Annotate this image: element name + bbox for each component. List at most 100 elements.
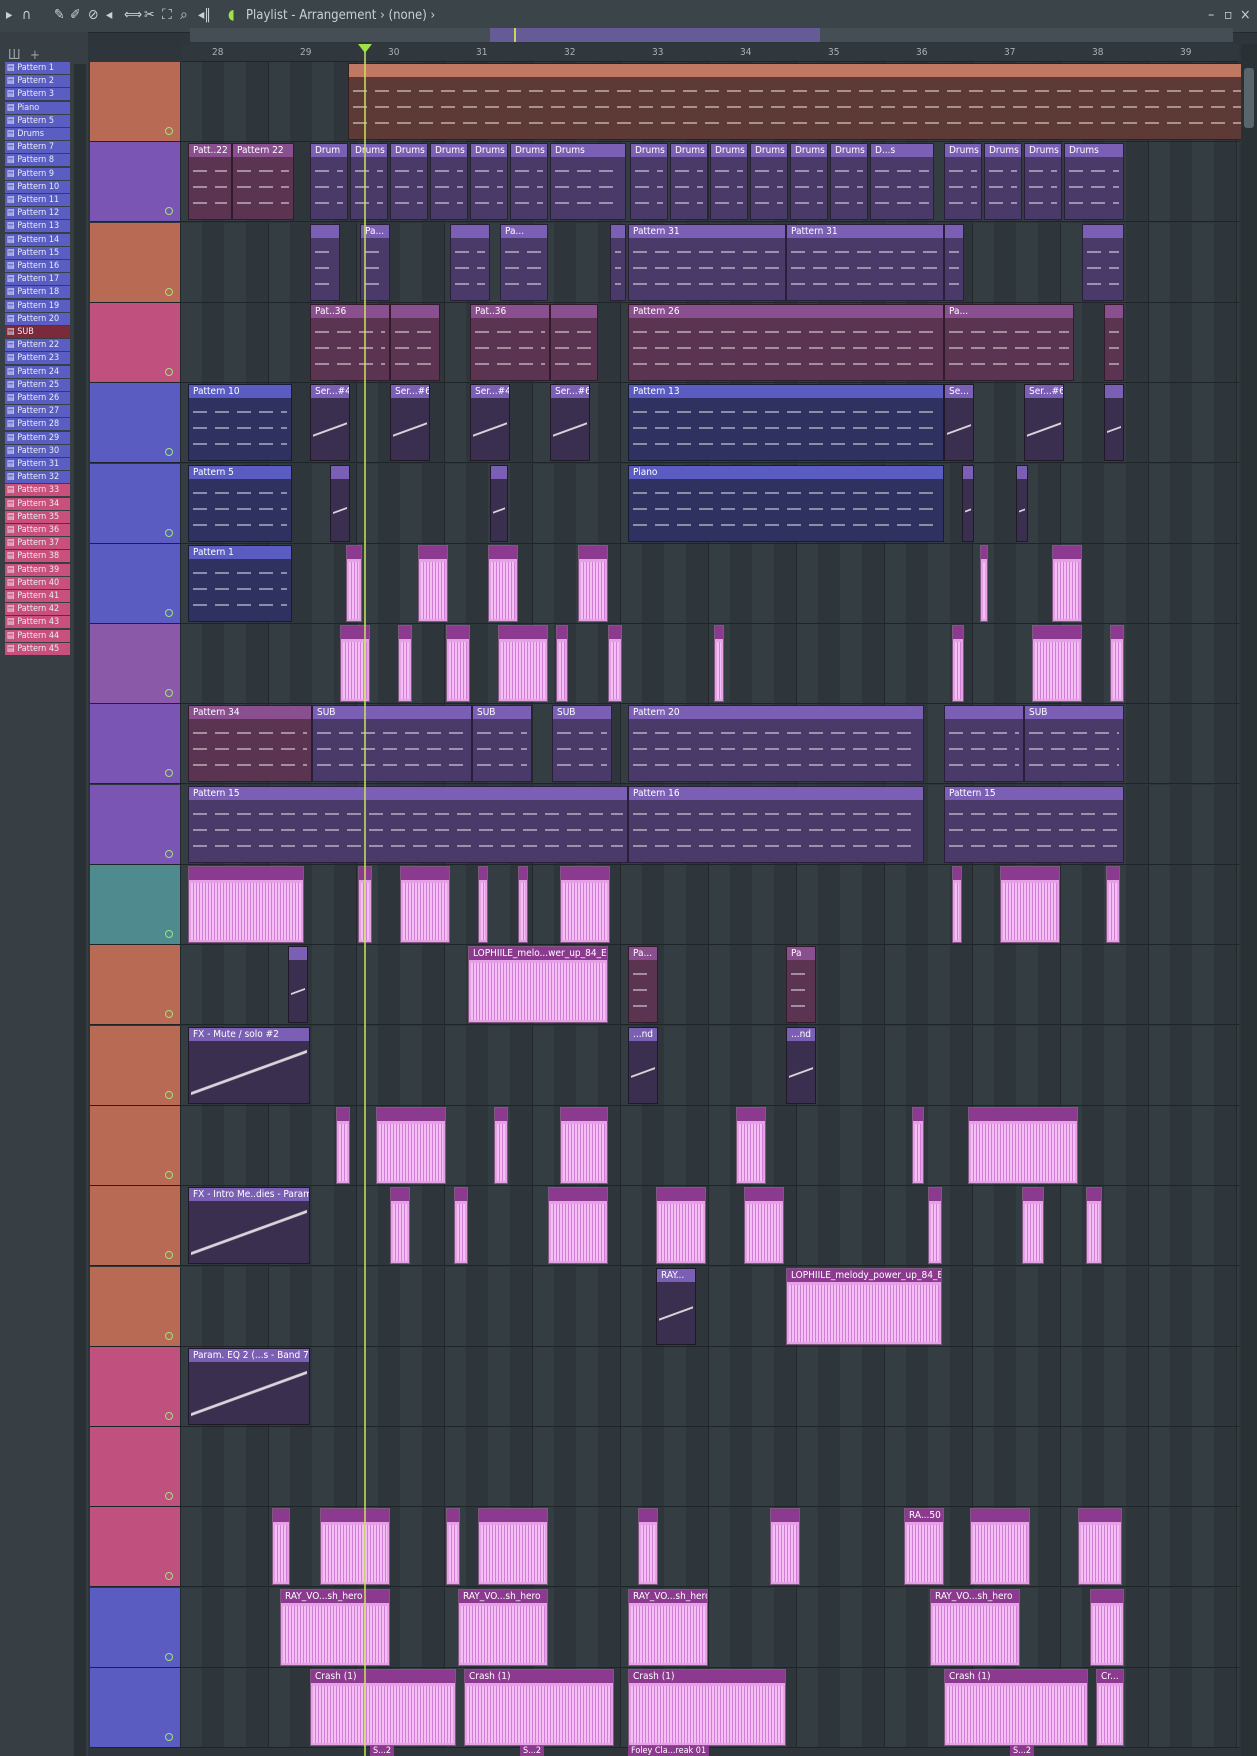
automation-clip[interactable]: ...nd [786, 1026, 816, 1104]
pattern-list-item[interactable]: ▤ Pattern 14 [5, 233, 70, 246]
automation-clip[interactable] [490, 464, 508, 542]
automation-clip[interactable]: Ser...#4 [310, 384, 350, 462]
track-lane[interactable]: Pattern 10 Ser...#4 Ser...#6 Ser...#4 Ser...… [180, 383, 1239, 463]
pattern-clip[interactable]: Drums [390, 143, 428, 221]
audio-clip[interactable]: RAY_VO...sh_hero [628, 1588, 708, 1666]
pattern-list-item[interactable]: ▤ Pattern 1 [5, 62, 70, 74]
track-mute-led-icon[interactable] [165, 1251, 173, 1260]
track-mute-led-icon[interactable] [165, 1170, 173, 1179]
audio-clip[interactable] [1022, 1187, 1044, 1265]
track-header[interactable] [90, 1587, 178, 1667]
audio-clip[interactable] [1090, 1588, 1124, 1666]
track-lane[interactable]: Pa... Pa... Pattern 31 Pattern 31 [180, 222, 1239, 302]
track-header[interactable] [90, 463, 178, 543]
audio-clip[interactable] [400, 866, 450, 943]
track-header[interactable] [90, 543, 178, 623]
pattern-clip[interactable]: Pa... [944, 303, 1074, 381]
track-lane[interactable]: Pattern 5 Piano [180, 463, 1239, 543]
pattern-list-item[interactable]: ▤ Pattern 34 [5, 497, 70, 510]
automation-clip[interactable] [962, 464, 974, 542]
song-overview[interactable] [190, 28, 1233, 42]
audio-clip[interactable]: LOPHIILE_melody_power_up_84_Ebm [786, 1267, 942, 1345]
pattern-list-item[interactable]: ▤ Pattern 41 [5, 590, 70, 602]
track-mute-led-icon[interactable] [165, 849, 173, 858]
pattern-clip[interactable]: Drums [350, 143, 388, 221]
track-header[interactable] [90, 302, 178, 382]
track-lane[interactable]: FX - Intro Me..dies - Param X [180, 1186, 1239, 1266]
track-header[interactable] [90, 624, 178, 704]
track-lane[interactable] [180, 62, 1257, 141]
automation-clip[interactable]: Ser...#4 [470, 384, 510, 462]
track-mute-led-icon[interactable] [165, 1411, 173, 1420]
pattern-list-item[interactable]: ▤ Pattern 42 [5, 603, 70, 616]
track-mute-led-icon[interactable] [165, 1492, 173, 1501]
audio-clip[interactable] [656, 1187, 706, 1265]
track-header[interactable] [90, 1427, 178, 1507]
track-header[interactable] [90, 865, 178, 944]
audio-clip[interactable] [548, 1187, 608, 1265]
pattern-clip[interactable]: Drums [830, 143, 868, 221]
track-header[interactable] [90, 1105, 178, 1185]
track-header[interactable] [90, 222, 178, 302]
track-lane[interactable]: Patt..22 Pattern 22 Drum Drums Drums Drums Dru… [180, 142, 1239, 222]
audio-clip[interactable]: Crash (1) [944, 1669, 1088, 1746]
automation-clip[interactable] [330, 464, 350, 542]
pattern-clip[interactable] [944, 705, 1024, 783]
pattern-clip[interactable]: Pattern 10 [188, 384, 292, 462]
pattern-clip[interactable]: Patt..22 [188, 143, 232, 221]
pattern-list-item[interactable]: ▤ Pattern 30 [5, 444, 70, 457]
pattern-clip[interactable]: Drums [510, 143, 548, 221]
audio-clip[interactable]: Cr... [1096, 1669, 1124, 1746]
pencil-tool-icon[interactable]: ✎ [54, 7, 65, 23]
pattern-clip[interactable]: Piano [628, 464, 944, 542]
paint-tool-icon[interactable]: ✐ [70, 7, 81, 23]
track-mute-led-icon[interactable] [165, 207, 173, 216]
timeline-ruler[interactable]: 28 29 30 31 32 33 34 35 36 37 38 39 [182, 44, 1239, 62]
pattern-clip[interactable] [550, 303, 598, 381]
clip-label[interactable]: S...2 [370, 1746, 395, 1756]
track-mute-led-icon[interactable] [165, 287, 173, 296]
pattern-list-item[interactable]: ▤ Pattern 2 [5, 75, 70, 88]
pattern-list-item[interactable]: ▤ Pattern 45 [5, 642, 70, 655]
pattern-list-item[interactable]: ▤ Pattern 25 [5, 378, 70, 391]
track-header[interactable] [90, 1668, 178, 1747]
audio-clip[interactable] [736, 1106, 766, 1184]
track-header[interactable] [90, 784, 178, 864]
track-lane[interactable]: Pattern 15 Pattern 16 Pattern 15 [180, 784, 1239, 864]
pattern-clip[interactable] [944, 223, 964, 301]
pattern-clip[interactable]: Pat..36 [470, 303, 550, 381]
pattern-list-item[interactable]: ▤ Pattern 15 [5, 246, 70, 259]
pattern-clip[interactable]: Drums [1024, 143, 1062, 221]
automation-clip[interactable] [1104, 384, 1124, 462]
arrangement-selector[interactable]: (none) [389, 8, 427, 23]
track-lane[interactable] [180, 624, 1239, 704]
track-mute-led-icon[interactable] [165, 1090, 173, 1099]
automation-clip[interactable]: Ser...#6 [1024, 384, 1064, 462]
track-lane[interactable]: Param. EQ 2 (...s - Band 7 freq [180, 1346, 1239, 1426]
overview-view-window[interactable] [490, 28, 820, 42]
track-lane[interactable] [180, 1427, 1239, 1507]
audio-clip[interactable]: Crash (1) [310, 1669, 456, 1746]
track-mute-led-icon[interactable] [165, 769, 173, 778]
delete-tool-icon[interactable]: ⊘ [88, 7, 99, 23]
automation-clip[interactable]: FX - Intro Me..dies - Param X [188, 1187, 310, 1265]
pattern-clip[interactable]: Drums [984, 143, 1022, 221]
track-mute-led-icon[interactable] [165, 448, 173, 457]
pattern-list-item[interactable]: ▤ Pattern 29 [5, 431, 70, 444]
vertical-scrollbar[interactable] [1241, 44, 1257, 1756]
track-lane[interactable]: LOPHIILE_melo...wer_up_84_Ebm Pa... Pa [180, 945, 1239, 1025]
track-header[interactable] [90, 1346, 178, 1426]
select-tool-icon[interactable]: ⛶ [162, 7, 172, 23]
audio-clip[interactable] [454, 1187, 468, 1265]
audio-clip[interactable] [556, 625, 568, 703]
pattern-clip[interactable]: Drum [310, 143, 348, 221]
pattern-clip[interactable]: Drums [470, 143, 508, 221]
pattern-list-item[interactable]: ▤ Pattern 10 [5, 180, 70, 193]
pattern-list-item[interactable]: ▤ Pattern 22 [5, 339, 70, 352]
pattern-clip[interactable] [1104, 303, 1124, 381]
pattern-list-item[interactable]: ▤ Pattern 23 [5, 352, 70, 365]
track-header[interactable] [90, 142, 178, 222]
track-mute-led-icon[interactable] [165, 1733, 173, 1741]
audio-clip[interactable] [578, 544, 608, 622]
automation-clip[interactable] [1016, 464, 1028, 542]
